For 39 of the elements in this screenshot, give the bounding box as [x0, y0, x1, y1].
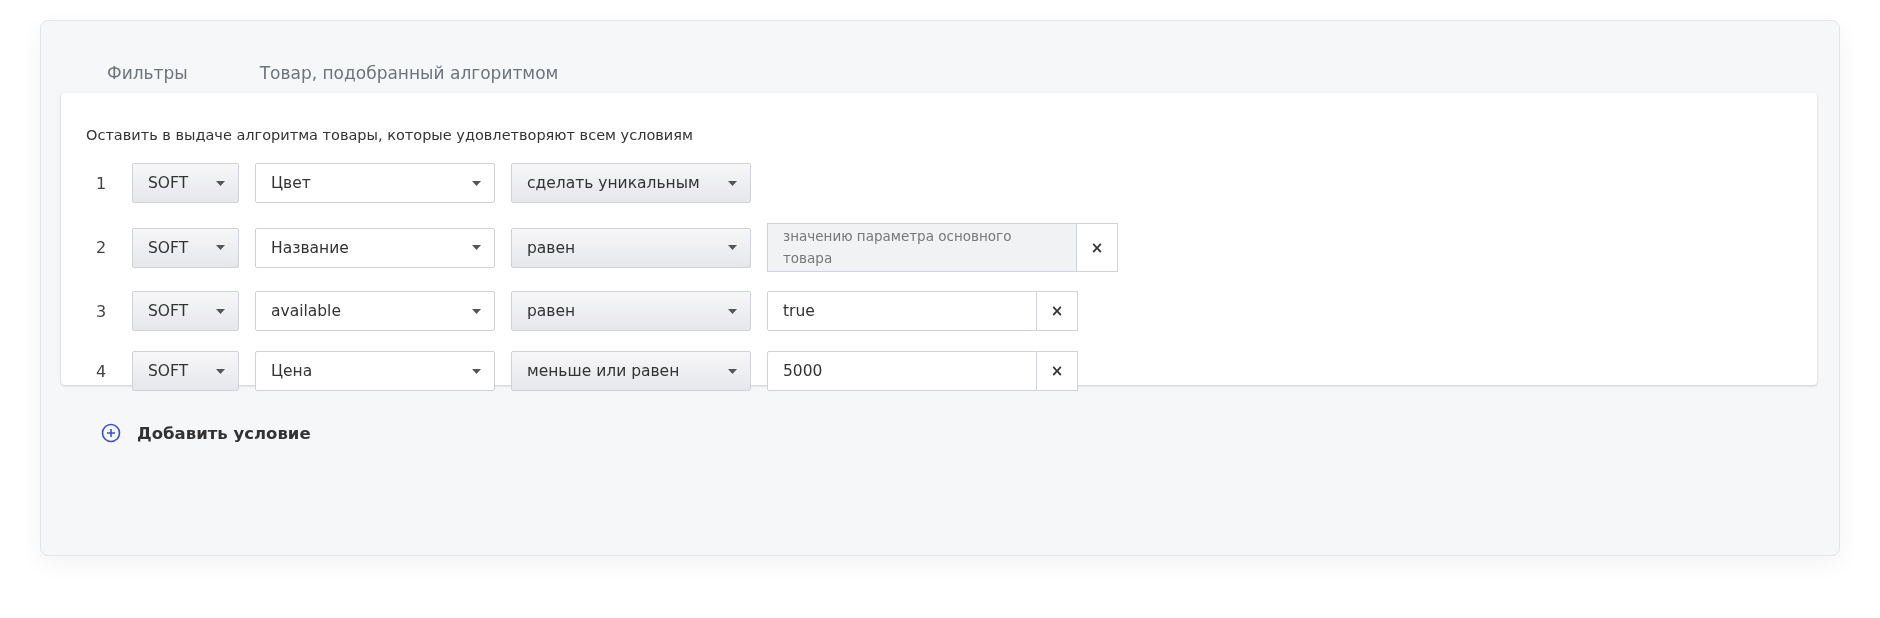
row-number: 4: [94, 361, 108, 381]
caret-icon: [472, 180, 481, 186]
caret-icon: [216, 368, 225, 374]
value-input[interactable]: true: [767, 291, 1037, 331]
parameter-value: значению параметра основного товара: [767, 223, 1077, 272]
value-input[interactable]: 5000: [767, 351, 1037, 391]
mode-dropdown[interactable]: SOFT: [132, 351, 239, 391]
operator-dropdown[interactable]: равен: [511, 227, 751, 268]
caret-icon: [216, 180, 225, 186]
remove-button[interactable]: ×: [1037, 351, 1078, 391]
caret-icon: [728, 180, 737, 186]
mode-dropdown[interactable]: SOFT: [132, 163, 239, 203]
caret-icon: [728, 308, 737, 314]
mode-dropdown[interactable]: SOFT: [132, 227, 239, 268]
caret-icon: [472, 245, 481, 250]
remove-button[interactable]: ×: [1037, 291, 1078, 331]
field-dropdown[interactable]: Цена: [255, 351, 495, 391]
row-number: 3: [94, 301, 108, 321]
field-dropdown[interactable]: available: [255, 291, 495, 331]
caret-icon: [728, 245, 737, 250]
operator-dropdown[interactable]: равен: [511, 291, 751, 331]
operator-dropdown[interactable]: сделать уникальным: [511, 163, 751, 203]
row-number: 2: [94, 238, 108, 257]
tab[interactable]: Товар, подобранный алгоритмом: [259, 63, 559, 83]
operator-dropdown[interactable]: меньше или равен: [511, 351, 751, 391]
field-dropdown[interactable]: Название: [255, 227, 495, 268]
description-text: Оставить в выдаче алгоритма товары, которые удовлетворяют всем условиям: [86, 127, 694, 143]
remove-button[interactable]: ×: [1077, 223, 1118, 272]
field-dropdown[interactable]: Цвет: [255, 163, 495, 203]
caret-icon: [472, 368, 481, 374]
caret-icon: [216, 245, 225, 250]
tab[interactable]: Фильтры: [107, 63, 188, 83]
row-number: 1: [94, 173, 108, 193]
add-condition-link[interactable]: Добавить условие: [137, 423, 311, 443]
caret-icon: [216, 308, 225, 314]
add-circle-icon[interactable]: [101, 423, 121, 443]
mode-dropdown[interactable]: SOFT: [132, 291, 239, 331]
caret-icon: [728, 368, 737, 374]
caret-icon: [472, 308, 481, 314]
